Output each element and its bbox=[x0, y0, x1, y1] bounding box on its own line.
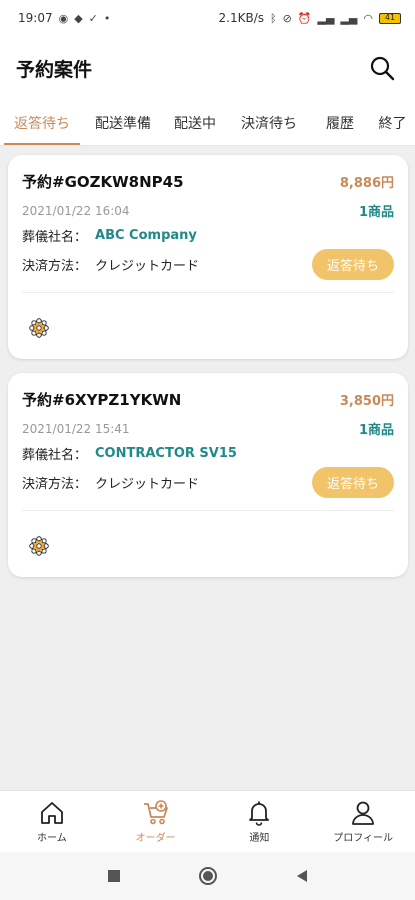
payment-method: クレジットカード bbox=[95, 259, 200, 274]
company-label: 葬儀社名： bbox=[22, 448, 88, 463]
order-item-count: 1商品 bbox=[358, 205, 394, 220]
tab-label: 履歴 bbox=[326, 115, 354, 132]
tab-label: 決済待ち bbox=[241, 115, 297, 132]
bluetooth-icon: ᛒ bbox=[270, 11, 277, 25]
tab-in-delivery[interactable]: 配送中 bbox=[162, 100, 228, 145]
order-id: 予約#GOZKW8NP45 bbox=[22, 173, 184, 191]
tab-awaiting-payment[interactable]: 決済待ち bbox=[228, 100, 310, 145]
back-button[interactable] bbox=[290, 864, 314, 888]
tab-finished[interactable]: 終了 bbox=[370, 100, 415, 145]
order-header-row: 予約#GOZKW8NP45 8,886円 bbox=[22, 171, 394, 192]
payment-method: クレジットカード bbox=[95, 477, 200, 492]
nav-home[interactable]: ホーム bbox=[2, 800, 102, 844]
search-icon bbox=[370, 56, 395, 81]
nav-order[interactable]: オーダー bbox=[106, 799, 206, 844]
company-logo bbox=[22, 311, 394, 349]
order-meta-row: 2021/01/22 16:04 1商品 bbox=[22, 201, 394, 221]
messenger-icon: ◉ bbox=[58, 11, 69, 25]
tab-awaiting-reply[interactable]: 返答待ち bbox=[0, 100, 84, 145]
recent-apps-button[interactable] bbox=[102, 864, 126, 888]
order-tabs: 返答待ち 配送準備 配送中 決済待ち 履歴 終了 bbox=[0, 100, 415, 146]
company-name: ABC Company bbox=[95, 228, 197, 243]
signal-icon: ▂▄ bbox=[317, 11, 335, 25]
order-card[interactable]: 予約#6XYPZ1YKWN 3,850円 2021/01/22 15:41 1商… bbox=[8, 373, 408, 577]
square-icon bbox=[107, 870, 120, 882]
flower-logo-icon bbox=[29, 536, 49, 556]
home-icon bbox=[40, 801, 63, 824]
nav-label: ホーム bbox=[37, 832, 67, 844]
order-list: 予約#GOZKW8NP45 8,886円 2021/01/22 16:04 1商… bbox=[0, 147, 415, 790]
tab-preparing-delivery[interactable]: 配送準備 bbox=[84, 100, 162, 145]
order-id: 予約#6XYPZ1YKWN bbox=[22, 391, 182, 409]
battery-icon: 41 bbox=[379, 12, 401, 24]
order-header-row: 予約#6XYPZ1YKWN 3,850円 bbox=[22, 389, 394, 410]
status-bar-right: 2.1KB/s ᛒ ⊘ ⏰ ▂▄ ▂▄ ◠ 41 bbox=[219, 11, 401, 25]
tab-label: 終了 bbox=[378, 115, 407, 132]
status-bar: 19:07 ◉ ◆ ✓ • 2.1KB/s ᛒ ⊘ ⏰ ▂▄ ▂▄ ◠ 41 bbox=[0, 0, 415, 36]
home-system-button[interactable] bbox=[196, 864, 220, 888]
payment-row: 決済方法： クレジットカード 返答待ち bbox=[22, 249, 394, 280]
payment-row: 決済方法： クレジットカード 返答待ち bbox=[22, 467, 394, 498]
order-icon bbox=[143, 799, 168, 824]
status-time: 19:07 bbox=[18, 11, 53, 25]
order-card[interactable]: 予約#GOZKW8NP45 8,886円 2021/01/22 16:04 1商… bbox=[8, 155, 408, 359]
payment-info: 決済方法： クレジットカード bbox=[22, 473, 199, 492]
order-item-count: 1商品 bbox=[358, 423, 394, 438]
company-logo bbox=[22, 529, 394, 567]
order-price: 3,850円 bbox=[339, 394, 394, 409]
app-bar: 予約案件 bbox=[0, 36, 415, 100]
back-triangle-icon bbox=[296, 870, 307, 882]
status-button[interactable]: 返答待ち bbox=[311, 467, 394, 498]
card-divider bbox=[22, 510, 394, 511]
mute-icon: ⊘ bbox=[282, 11, 292, 25]
nav-notifications[interactable]: 通知 bbox=[209, 800, 309, 844]
bottom-nav: ホーム オーダー 通知 プロフィール bbox=[0, 790, 415, 852]
tab-label: 配送準備 bbox=[95, 115, 151, 132]
status-button[interactable]: 返答待ち bbox=[311, 249, 394, 280]
bell-icon bbox=[249, 801, 270, 826]
tab-label: 返答待ち bbox=[14, 115, 70, 132]
alarm-icon: ⏰ bbox=[297, 11, 312, 25]
order-datetime: 2021/01/22 16:04 bbox=[22, 203, 130, 218]
system-nav-bar bbox=[0, 852, 415, 900]
search-button[interactable] bbox=[365, 51, 399, 85]
page-title: 予約案件 bbox=[16, 58, 93, 81]
order-datetime: 2021/01/22 15:41 bbox=[22, 421, 130, 436]
payment-info: 決済方法： クレジットカード bbox=[22, 255, 199, 274]
company-name: CONTRACTOR SV15 bbox=[95, 446, 237, 461]
company-row: 葬儀社名： CONTRACTOR SV15 bbox=[22, 444, 394, 463]
nav-label: プロフィール bbox=[333, 832, 394, 844]
signal-icon-2: ▂▄ bbox=[340, 11, 358, 25]
nav-profile[interactable]: プロフィール bbox=[313, 800, 413, 844]
check-icon: ✓ bbox=[88, 11, 98, 25]
order-meta-row: 2021/01/22 15:41 1商品 bbox=[22, 419, 394, 439]
circle-icon bbox=[198, 867, 217, 885]
tab-label: 配送中 bbox=[174, 115, 216, 132]
dot-icon: • bbox=[103, 11, 111, 25]
company-label: 葬儀社名： bbox=[22, 230, 88, 245]
wifi-icon: ◠ bbox=[363, 11, 373, 25]
status-bar-left: 19:07 ◉ ◆ ✓ • bbox=[18, 11, 110, 25]
net-speed: 2.1KB/s bbox=[218, 11, 265, 25]
tab-history[interactable]: 履歴 bbox=[310, 100, 370, 145]
flower-logo-icon bbox=[29, 318, 49, 338]
card-divider bbox=[22, 292, 394, 293]
payment-label: 決済方法： bbox=[22, 477, 88, 492]
nav-label: オーダー bbox=[135, 832, 176, 844]
shield-icon: ◆ bbox=[74, 11, 83, 25]
order-price: 8,886円 bbox=[339, 176, 394, 191]
company-row: 葬儀社名： ABC Company bbox=[22, 226, 394, 245]
payment-label: 決済方法： bbox=[22, 259, 88, 274]
user-icon bbox=[352, 801, 375, 825]
nav-label: 通知 bbox=[249, 832, 270, 844]
